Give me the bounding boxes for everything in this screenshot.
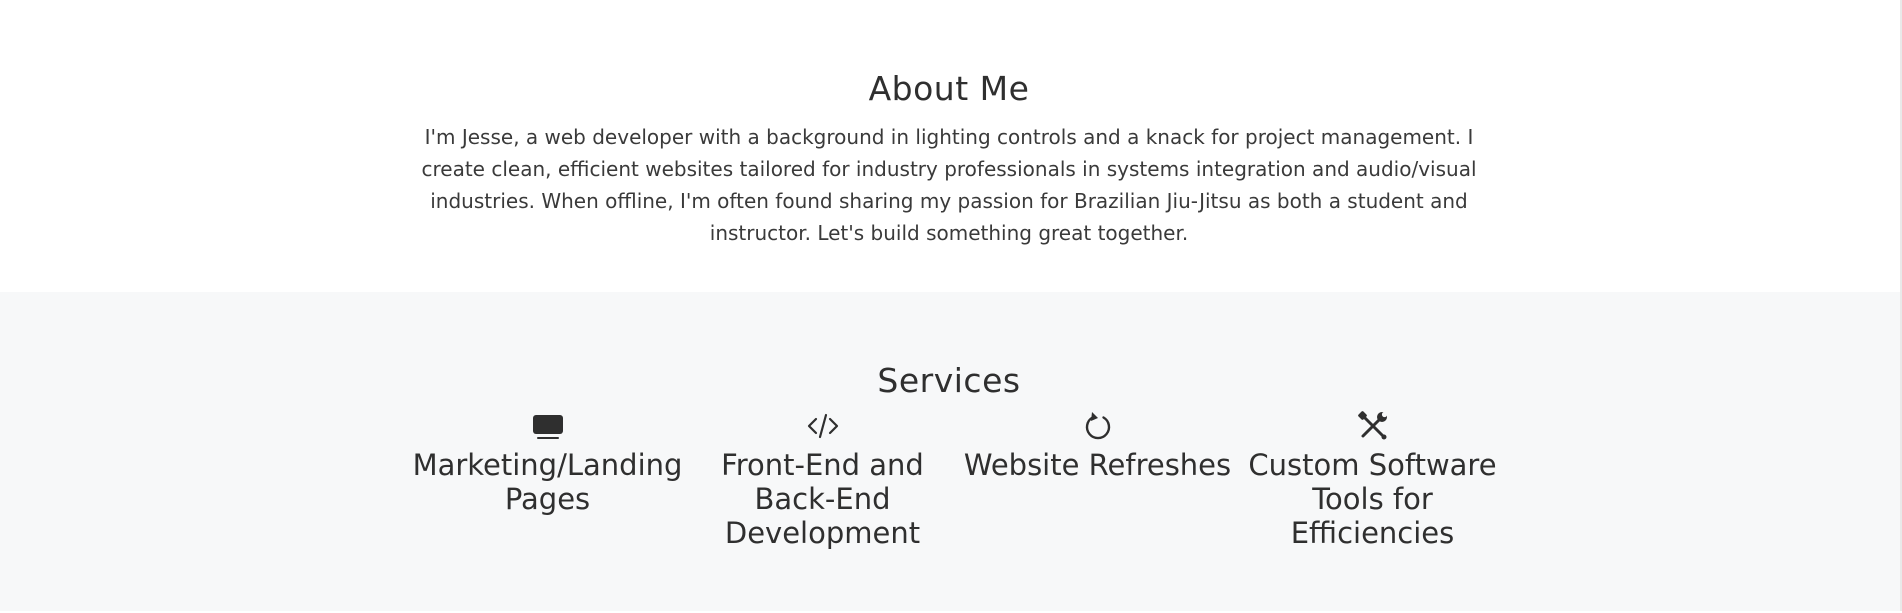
service-title: Front-End and Back-End Development (721, 448, 924, 550)
service-card-marketing: Marketing/Landing Pages (410, 410, 685, 516)
service-title: Website Refreshes (963, 448, 1232, 482)
about-description: I'm Jesse, a web developer with a backgr… (421, 125, 1477, 245)
service-card-custom-tools: Custom Software Tools for Efficiencies (1235, 410, 1510, 550)
about-section: About Me I'm Jesse, a web developer with… (0, 0, 1902, 292)
monitor-icon (532, 410, 564, 442)
service-card-development: Front-End and Back-End Development (685, 410, 960, 550)
refresh-icon (1082, 410, 1114, 442)
services-section: Services Marketing/Landing Pages Front-E… (0, 292, 1902, 611)
services-title: Services (877, 361, 1021, 401)
service-title: Custom Software Tools for Efficiencies (1248, 448, 1497, 550)
service-title: Marketing/Landing Pages (412, 448, 683, 516)
code-icon (807, 410, 839, 442)
about-title: About Me (868, 69, 1030, 109)
services-list: Marketing/Landing Pages Front-End and Ba… (410, 410, 1510, 570)
service-card-refresh: Website Refreshes (960, 410, 1235, 482)
tools-icon (1357, 410, 1389, 442)
